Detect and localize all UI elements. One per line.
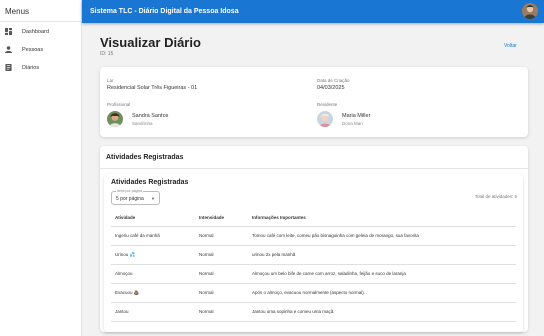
activities-total: Total de atividades: 5 [474,194,517,199]
activity-cell: Almoçou [111,264,195,284]
sidebar-title: Menus [0,0,81,22]
dashboard-icon [4,28,12,36]
activities-table: Atividade Intensidade Informações Import… [111,210,516,322]
table-row[interactable]: Jantou Normal Jantou uma sopinha e comeu… [111,302,516,322]
activity-cell: Evacuou 💩 [111,283,195,303]
items-per-page-value: 5 por página [116,196,144,202]
intensity-cell: Normal [195,264,248,284]
user-avatar[interactable] [522,3,538,19]
date-label: Data de Criação [317,78,350,83]
items-per-page-label: Itens por página [116,189,144,193]
activity-cell: Ingeriu café da manhã [111,226,195,246]
professional-avatar [107,111,123,127]
professional-label: Profissional [107,102,131,107]
info-cell: urinou 2x pela manhã [248,245,516,265]
activity-cell: Urinou 💦 [111,245,195,265]
activity-cell: Jantou [111,302,195,322]
diary-info-card: Lar Residencial Solar Três Figueiras - 0… [100,67,528,137]
items-per-page-select[interactable]: Itens por página 5 por página ▼ [111,189,160,205]
resident-name: Maria Miller [342,112,371,119]
intensity-cell: Normal [195,283,248,303]
table-row[interactable]: Urinou 💦 Normal urinou 2x pela manhã [111,245,516,265]
intensity-cell: Normal [195,245,248,265]
header-info: Informações Importantes [248,210,516,227]
back-link[interactable]: Voltar [504,43,517,49]
sidebar-item-label: Pessoas [22,46,44,53]
intensity-cell: Normal [195,226,248,246]
info-cell: Almoçou um belo bife de carne com arroz,… [248,264,516,284]
sidebar-item-pessoas[interactable]: Pessoas [0,41,81,58]
lar-label: Lar [107,78,114,83]
sidebar-item-dashboard[interactable]: Dashboard [0,23,81,40]
info-cell: Tomou café com leite, comeu pão bisnagui… [248,226,516,246]
sidebar: Menus Dashboard Pessoas Diários [0,0,82,336]
lar-value: Residencial Solar Três Figueiras - 01 [107,85,198,91]
sidebar-item-label: Diários [22,64,40,71]
sidebar-item-diarios[interactable]: Diários [0,59,81,76]
table-row[interactable]: Almoçou Normal Almoçou um belo bife de c… [111,264,516,284]
activities-table-card: Atividades Registradas Itens por página … [104,174,523,332]
activities-table-title: Atividades Registradas [111,179,189,186]
professional-nickname: Sandrinha [132,120,153,126]
table-header-row: Atividade Intensidade Informações Import… [111,210,516,227]
info-cell: Após o almoço, evacuou normalmente (aspe… [248,283,516,303]
resident-nickname: Dona Mari [342,120,363,126]
header-intensity: Intensidade [195,210,248,227]
sidebar-item-label: Dashboard [22,28,49,35]
intensity-cell: Normal [195,302,248,322]
person-icon [4,46,12,54]
professional-name: Sandra Santos [132,112,169,119]
resident-info: Maria Miller Dona Mari [317,111,370,127]
main-content: Visualizar Diário ID: 15 Voltar Lar Resi… [82,23,544,336]
notebook-icon [4,64,12,72]
app-bar: Sistema TLC - Diário Digital da Pessoa I… [82,0,544,23]
professional-info: Sandra Santos Sandrinha [107,111,168,127]
activities-section-title: Atividades Registradas [106,154,184,161]
app-title: Sistema TLC - Diário Digital da Pessoa I… [90,8,239,15]
chevron-down-icon: ▼ [151,196,155,201]
header-activity: Atividade [111,210,195,227]
divider [100,168,528,169]
activities-card: Atividades Registradas Atividades Regist… [100,146,528,332]
resident-avatar [317,111,333,127]
diary-id: ID: 15 [100,51,114,57]
date-value: 04/03/2025 [317,85,345,91]
info-cell: Jantou uma sopinha e comeu uma maçã. [248,302,516,322]
table-row[interactable]: Evacuou 💩 Normal Após o almoço, evacuou … [111,283,516,303]
table-row[interactable]: Ingeriu café da manhã Normal Tomou café … [111,226,516,246]
page-title: Visualizar Diário [100,35,201,50]
resident-label: Residente [317,102,338,107]
